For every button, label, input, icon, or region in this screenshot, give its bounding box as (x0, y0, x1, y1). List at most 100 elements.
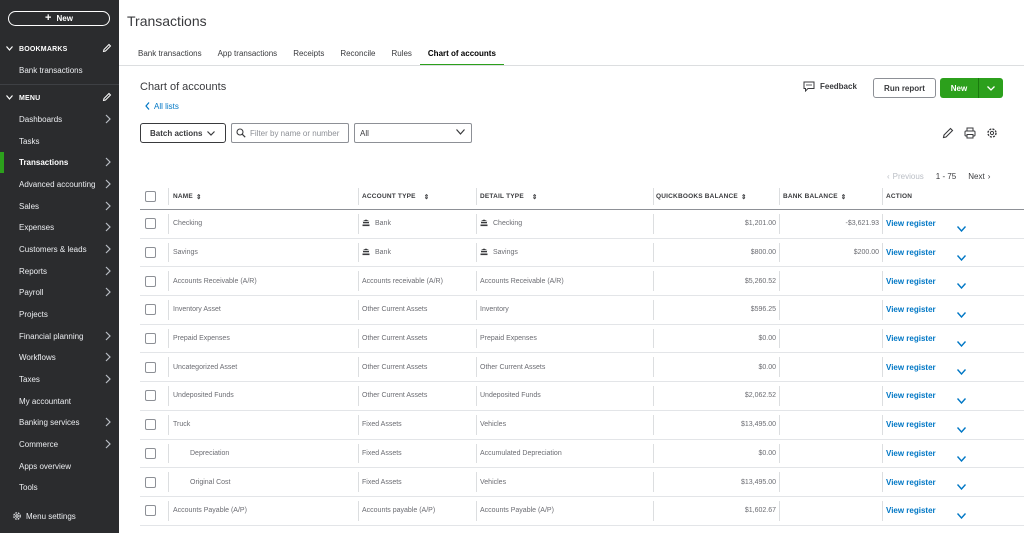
account-name[interactable]: Depreciation (173, 440, 355, 468)
menu-header[interactable]: MENU (0, 91, 119, 105)
select-all-checkbox[interactable] (145, 191, 156, 202)
edit-pencil-icon[interactable] (942, 127, 954, 139)
account-name[interactable]: Accounts Receivable (A/R) (173, 267, 355, 295)
search-input[interactable]: Filter by name or number (250, 129, 339, 138)
view-register-link[interactable]: View register (886, 277, 936, 286)
table-row[interactable]: Original Cost Fixed Assets Vehicles $13,495… (140, 468, 1024, 497)
view-register-link[interactable]: View register (886, 334, 936, 343)
bank-balance-column-header[interactable]: BANK BALANCE ⇕ (783, 184, 879, 209)
row-checkbox[interactable] (145, 447, 156, 459)
tab-app-transactions[interactable]: App transactions (210, 42, 286, 65)
tab-bank-transactions[interactable]: Bank transactions (130, 42, 210, 65)
sidebar-item-payroll[interactable]: Payroll (0, 282, 119, 303)
view-register-link[interactable]: View register (886, 363, 936, 372)
table-row[interactable]: Truck Fixed Assets Vehicles $13,495.00 View … (140, 411, 1024, 440)
row-actions-chevron-down-icon[interactable] (956, 449, 967, 467)
account-name[interactable]: Prepaid Expenses (173, 325, 355, 353)
row-actions-chevron-down-icon[interactable] (956, 219, 967, 237)
sidebar-item-bank-transactions[interactable]: Bank transactions (0, 60, 119, 81)
table-row[interactable]: Uncategorized Asset Other Current Assets O… (140, 353, 1024, 383)
sidebar-new-button[interactable]: + New (8, 11, 110, 26)
row-checkbox[interactable] (145, 505, 156, 517)
row-checkbox[interactable] (145, 333, 156, 345)
view-register-link[interactable]: View register (886, 506, 936, 515)
feedback-button[interactable]: Feedback (803, 81, 857, 92)
edit-menu-pencil-icon[interactable] (102, 92, 112, 102)
tab-chart-of-accounts[interactable]: Chart of accounts (419, 42, 504, 66)
sidebar-item-banking-services[interactable]: Banking services (0, 412, 119, 433)
row-actions-chevron-down-icon[interactable] (956, 477, 967, 495)
name-column-header[interactable]: NAME ⇕ (173, 184, 355, 209)
account-name[interactable]: Accounts Payable (A/P) (173, 497, 355, 525)
account-name[interactable]: Uncategorized Asset (173, 353, 355, 381)
run-report-button[interactable]: Run report (873, 78, 936, 98)
row-actions-chevron-down-icon[interactable] (956, 420, 967, 438)
detail-type-column-header[interactable]: DETAIL TYPE ⇕ (480, 184, 652, 209)
account-type-filter-select[interactable]: All (354, 123, 472, 143)
sidebar-item-customers-and-leads[interactable]: Customers & leads (0, 239, 119, 260)
sidebar-item-transactions[interactable]: Transactions (0, 152, 119, 174)
sidebar-item-apps-overview[interactable]: Apps overview (0, 456, 119, 477)
table-row[interactable]: Checking Bank Checking $1,201.00 -$3,621.93 V… (140, 210, 1024, 239)
row-actions-chevron-down-icon[interactable] (956, 334, 967, 352)
row-checkbox[interactable] (145, 304, 156, 316)
row-checkbox[interactable] (145, 390, 156, 402)
gear-icon[interactable] (986, 127, 998, 139)
edit-bookmarks-pencil-icon[interactable] (102, 43, 112, 53)
account-name[interactable]: Truck (173, 411, 355, 439)
sidebar-item-projects[interactable]: Projects (0, 304, 119, 325)
row-actions-chevron-down-icon[interactable] (956, 276, 967, 294)
table-row[interactable]: Accounts Payable (A/P) Accounts payable (… (140, 497, 1024, 526)
sidebar-item-expenses[interactable]: Expenses (0, 217, 119, 238)
sidebar-item-taxes[interactable]: Taxes (0, 369, 119, 390)
new-dropdown-button[interactable] (979, 78, 1003, 98)
account-name[interactable]: Checking (173, 210, 355, 238)
tab-receipts[interactable]: Receipts (285, 42, 332, 65)
sidebar-item-advanced-accounting[interactable]: Advanced accounting (0, 174, 119, 195)
sidebar-item-my-accountant[interactable]: My accountant (0, 391, 119, 412)
row-actions-chevron-down-icon[interactable] (956, 248, 967, 266)
sidebar-item-tools[interactable]: Tools (0, 477, 119, 498)
view-register-link[interactable]: View register (886, 449, 936, 458)
previous-page-button[interactable]: ‹ Previous (887, 172, 924, 181)
row-checkbox[interactable] (145, 218, 156, 230)
account-name[interactable]: Inventory Asset (173, 296, 355, 324)
row-actions-chevron-down-icon[interactable] (956, 362, 967, 380)
view-register-link[interactable]: View register (886, 219, 936, 228)
row-checkbox[interactable] (145, 476, 156, 488)
next-page-button[interactable]: Next › (968, 172, 990, 181)
account-name[interactable]: Undeposited Funds (173, 382, 355, 410)
sidebar-item-commerce[interactable]: Commerce (0, 434, 119, 455)
sidebar-item-financial-planning[interactable]: Financial planning (0, 326, 119, 347)
tab-reconcile[interactable]: Reconcile (332, 42, 383, 65)
new-button[interactable]: New (940, 78, 979, 98)
row-actions-chevron-down-icon[interactable] (956, 391, 967, 409)
account-type-column-header[interactable]: ACCOUNT TYPE ⇕ (362, 184, 474, 209)
view-register-link[interactable]: View register (886, 305, 936, 314)
batch-actions-dropdown[interactable]: Batch actions (140, 123, 226, 143)
sidebar-item-sales[interactable]: Sales (0, 196, 119, 217)
view-register-link[interactable]: View register (886, 478, 936, 487)
tab-rules[interactable]: Rules (383, 42, 419, 65)
view-register-link[interactable]: View register (886, 420, 936, 429)
search-field[interactable]: Filter by name or number (231, 123, 349, 143)
row-actions-chevron-down-icon[interactable] (956, 305, 967, 323)
table-row[interactable]: Accounts Receivable (A/R) Accounts receiv… (140, 267, 1024, 297)
all-lists-link[interactable]: All lists (145, 102, 179, 112)
table-row[interactable]: Inventory Asset Other Current Assets Inven… (140, 296, 1024, 325)
row-actions-chevron-down-icon[interactable] (956, 506, 967, 524)
row-checkbox[interactable] (145, 361, 156, 373)
menu-settings-button[interactable]: Menu settings (12, 511, 76, 521)
table-row[interactable]: Savings Bank Savings $800.00 $200.00 View reg… (140, 239, 1024, 268)
print-icon[interactable] (964, 127, 976, 139)
table-row[interactable]: Depreciation Fixed Assets Accumulated Depr… (140, 440, 1024, 469)
qb-balance-column-header[interactable]: QUICKBOOKS BALANCE ⇕ (656, 184, 776, 209)
sidebar-item-workflows[interactable]: Workflows (0, 347, 119, 368)
table-row[interactable]: Undeposited Funds Other Current Assets Und… (140, 382, 1024, 411)
bookmarks-header[interactable]: BOOKMARKS (0, 42, 119, 56)
sidebar-item-dashboards[interactable]: Dashboards (0, 109, 119, 130)
view-register-link[interactable]: View register (886, 248, 936, 257)
sidebar-item-tasks[interactable]: Tasks (0, 131, 119, 152)
sidebar-item-reports[interactable]: Reports (0, 261, 119, 282)
account-name[interactable]: Savings (173, 239, 355, 267)
